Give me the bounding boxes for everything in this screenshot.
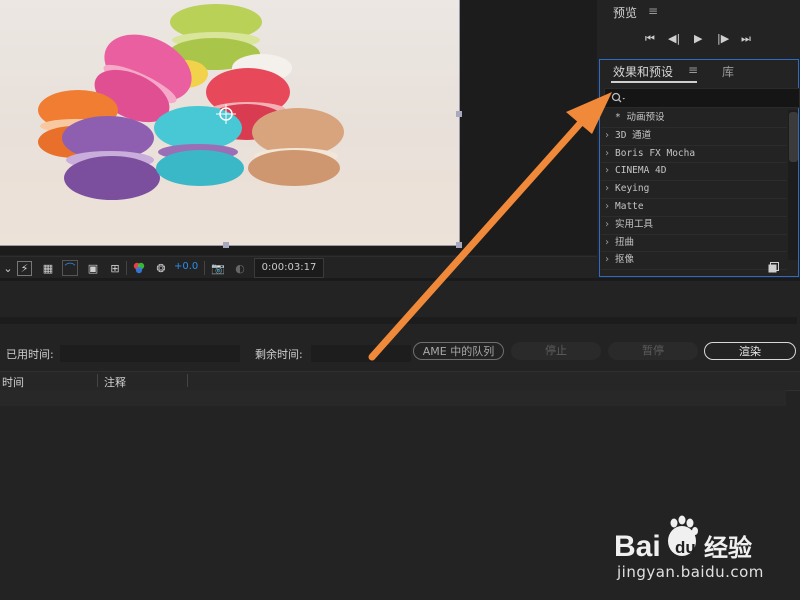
remaining-time-value — [311, 345, 411, 362]
step-back-icon[interactable]: ◀| — [668, 32, 680, 45]
toolbar-divider — [204, 261, 205, 275]
hamburger-menu-icon[interactable]: ≡ — [688, 63, 698, 77]
effects-list-item[interactable]: › 抠像 — [601, 252, 787, 271]
effects-list-item-label: * 动画预设 — [615, 112, 665, 123]
skip-to-start-icon[interactable]: ⏮ — [645, 32, 655, 46]
effects-list-item[interactable]: › CINEMA 4D — [601, 163, 787, 182]
toolbar-divider — [126, 261, 127, 275]
effects-list-item-label: Matte — [615, 200, 644, 212]
column-separator[interactable] — [97, 374, 98, 387]
step-forward-icon[interactable]: |▶ — [717, 32, 729, 45]
effects-list-item-label: 3D 通道 — [615, 129, 652, 141]
stop-button[interactable]: 停止 — [511, 342, 601, 360]
effects-search-input[interactable] — [604, 88, 800, 108]
macarons-photo — [0, 0, 459, 245]
effects-list-item[interactable]: › 3D 通道 — [601, 128, 787, 146]
chevron-right-icon[interactable]: › — [604, 146, 610, 162]
exposure-reset-icon[interactable]: ❂ — [153, 260, 169, 276]
chevron-right-icon[interactable]: › — [604, 128, 610, 144]
active-tab-indicator — [611, 81, 697, 83]
viewer-toolbar: ⌄ ⚡ ▦ ⌒ ▣ ⊞ ❂ +0.0 📷 ◐ 0:00:03:17 — [0, 256, 597, 279]
queue-in-ame-button[interactable]: AME 中的队列 — [413, 342, 504, 360]
region-of-interest-icon[interactable]: ▣ — [85, 260, 101, 276]
effects-list-item[interactable]: › Keying — [601, 181, 787, 199]
render-queue-row — [0, 390, 786, 406]
new-bin-icon[interactable] — [768, 262, 779, 273]
chevron-right-icon[interactable]: › — [604, 199, 610, 215]
effects-list-item-label: CINEMA 4D — [615, 165, 667, 177]
tab-library[interactable]: 库 — [722, 63, 734, 80]
effects-list-item[interactable]: › Boris FX Mocha — [601, 146, 787, 164]
current-time-display[interactable]: 0:00:03:17 — [254, 258, 324, 278]
preview-panel-title[interactable]: 预览 — [613, 4, 637, 21]
effects-list: * 动画预设 › 3D 通道 › Boris FX Mocha › CINEMA 4D… — [601, 110, 787, 271]
effects-scrollbar-thumb[interactable] — [789, 112, 798, 162]
chevron-right-icon[interactable]: › — [604, 235, 610, 251]
layer-handle-right[interactable] — [456, 111, 462, 117]
effects-list-item[interactable]: › 扭曲 — [601, 235, 787, 253]
search-icon[interactable] — [610, 92, 628, 104]
watermark-brand: Bai — [614, 530, 661, 563]
effects-list-item[interactable]: › 实用工具 — [601, 217, 787, 235]
mask-path-icon[interactable]: ⌒ — [62, 260, 78, 276]
effects-list-item-label: 扭曲 — [615, 236, 635, 248]
skip-to-end-icon[interactable]: ⏭ — [741, 32, 751, 46]
chevron-right-icon[interactable]: › — [604, 181, 610, 197]
elapsed-time-value — [60, 345, 240, 362]
layer-handle-bottom[interactable] — [223, 242, 229, 248]
effects-list-item-label: Boris FX Mocha — [615, 147, 696, 159]
watermark-url: jingyan.baidu.com — [617, 563, 764, 581]
hamburger-menu-icon[interactable]: ≡ — [648, 4, 658, 18]
chevron-right-icon[interactable]: › — [604, 252, 610, 268]
column-header-comment[interactable]: 注释 — [104, 374, 126, 390]
play-icon[interactable]: ▶ — [694, 32, 702, 45]
show-snapshot-icon[interactable]: ◐ — [232, 260, 248, 276]
transparency-grid-icon[interactable]: ▦ — [40, 260, 56, 276]
render-button[interactable]: 渲染 — [704, 342, 796, 360]
tab-effects-presets[interactable]: 效果和预设 — [613, 63, 673, 80]
effects-list-item-label: 实用工具 — [615, 218, 654, 230]
effects-list-item[interactable]: * 动画预设 — [601, 110, 787, 128]
color-channels-icon[interactable] — [131, 260, 147, 276]
watermark-brand-du: du — [675, 538, 696, 557]
column-header-time[interactable]: 时间 — [2, 374, 24, 390]
composition-frame-macarons-image[interactable] — [0, 0, 460, 246]
effects-list-item[interactable]: › Matte — [601, 199, 787, 217]
chevron-right-icon[interactable]: › — [604, 217, 610, 233]
snapshot-camera-icon[interactable]: 📷 — [210, 260, 226, 276]
elapsed-time-label: 已用时间: — [6, 348, 54, 361]
remaining-time-label: 剩余时间: — [255, 348, 303, 361]
dropdown-chevron-icon[interactable]: ⌄ — [0, 260, 16, 276]
watermark-suffix: 经验 — [704, 534, 752, 562]
exposure-value[interactable]: +0.0 — [174, 261, 198, 272]
pause-button[interactable]: 暂停 — [608, 342, 698, 360]
chevron-right-icon[interactable]: › — [604, 163, 610, 179]
effects-list-item-label: Keying — [615, 183, 650, 195]
layer-handle-bottom-right[interactable] — [456, 242, 462, 248]
target-region-icon[interactable]: ⊞ — [107, 260, 123, 276]
fast-previews-icon[interactable]: ⚡ — [17, 261, 32, 276]
column-separator[interactable] — [187, 374, 188, 387]
render-progress-bar — [0, 317, 797, 324]
effects-list-item-label: 抠像 — [615, 254, 635, 266]
